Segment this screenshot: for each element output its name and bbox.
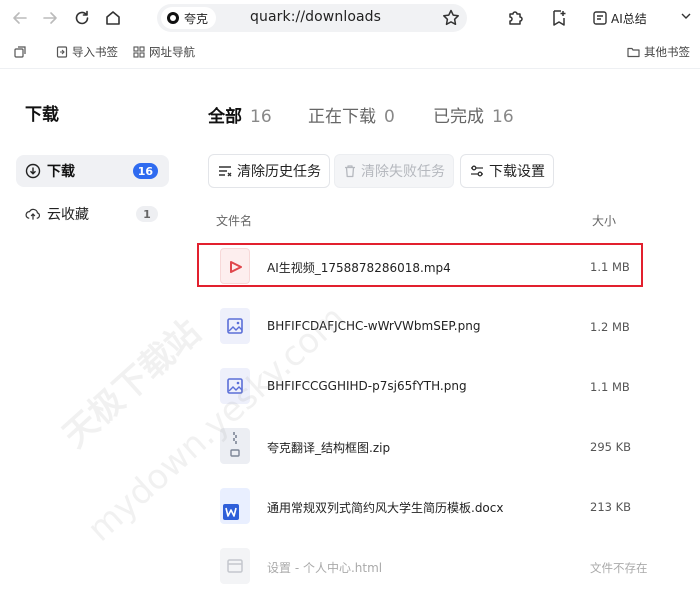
column-header-size: 大小 — [592, 214, 617, 228]
home-icon — [106, 11, 120, 25]
sidebar-title: 下载 — [25, 105, 59, 125]
zip-file-icon — [220, 428, 250, 464]
file-name[interactable]: 通用常规双列式简约风大学生简历模板.docx — [267, 499, 503, 516]
bookmark-star-icon[interactable] — [441, 8, 461, 28]
tab-count: 0 — [384, 107, 395, 127]
file-name[interactable]: BHFIFCDAFJCHC-wWrVWbmSEP.png — [267, 319, 480, 333]
arrow-left-icon — [13, 12, 27, 24]
url-nav-link[interactable]: 网址导航 — [133, 43, 195, 61]
trash-icon — [345, 165, 355, 178]
tab-count: 16 — [492, 107, 514, 127]
tab-label: 正在下载 — [308, 107, 376, 127]
tab-label: 全部 — [208, 107, 242, 127]
file-name[interactable]: AI生视频_1758878286018.mp4 — [267, 259, 451, 276]
file-size: 1.1 MB — [590, 260, 630, 274]
import-icon — [56, 46, 68, 58]
import-bookmarks-label: 导入书签 — [72, 45, 118, 59]
clear-history-label: 清除历史任务 — [237, 164, 321, 180]
html-file-icon — [220, 548, 250, 584]
bookmarks-bar: 导入书签 网址导航 其他书签 — [0, 40, 700, 64]
extensions-button[interactable] — [503, 6, 527, 30]
home-button[interactable] — [101, 6, 125, 30]
site-chip[interactable]: 夸克 — [161, 7, 217, 29]
other-bookmarks-link[interactable]: 其他书签 — [627, 43, 690, 61]
url-nav-label: 网址导航 — [149, 45, 195, 59]
table-row[interactable]: BHFIFCDAFJCHC-wWrVWbmSEP.png 1.2 MB — [200, 296, 640, 356]
folder-icon — [627, 47, 640, 58]
column-header-name: 文件名 — [216, 214, 253, 228]
table-row[interactable]: BHFIFCCGGHIHD-p7sj65fYTH.png 1.1 MB — [200, 356, 640, 416]
cloud-upload-icon — [25, 206, 41, 222]
image-file-icon — [220, 368, 250, 404]
grid-icon — [133, 46, 145, 58]
back-button[interactable] — [8, 6, 32, 30]
tab-completed[interactable]: 已完成 16 — [433, 102, 514, 127]
tab-overview-button[interactable] — [14, 43, 31, 61]
file-name[interactable]: BHFIFCCGGHIHD-p7sj65fYTH.png — [267, 379, 467, 393]
tab-all[interactable]: 全部 16 — [208, 102, 272, 127]
bookmark-manager-button[interactable] — [547, 6, 571, 30]
table-row[interactable]: 设置 - 个人中心.html 文件不存在 — [200, 536, 648, 596]
other-bookmarks-label: 其他书签 — [644, 45, 690, 59]
chevron-down-icon[interactable] — [680, 10, 692, 22]
download-circle-icon — [25, 163, 41, 179]
download-settings-button[interactable]: 下载设置 — [460, 154, 554, 188]
file-size: 文件不存在 — [590, 561, 648, 575]
word-file-icon — [220, 488, 250, 524]
puzzle-icon — [509, 11, 523, 25]
ai-summary-button[interactable]: AI总结 — [592, 8, 647, 28]
file-size: 1.2 MB — [590, 320, 630, 334]
address-bar[interactable]: 夸克 quark://downloads — [157, 4, 467, 32]
file-size: 213 KB — [590, 500, 632, 514]
arrow-right-icon — [43, 12, 57, 24]
bookmark-add-icon — [553, 10, 566, 26]
copy-icon — [14, 45, 26, 58]
tab-count: 16 — [250, 107, 272, 127]
quark-logo-icon — [167, 12, 179, 24]
sidebar-item-label: 云收藏 — [47, 207, 89, 223]
tab-label: 已完成 — [433, 107, 484, 127]
sidebar-item-cloud-favorites[interactable]: 云收藏 1 — [16, 198, 169, 230]
download-settings-label: 下载设置 — [489, 164, 545, 180]
sliders-icon — [471, 165, 483, 177]
reload-icon — [75, 10, 89, 25]
sidebar-item-label: 下载 — [47, 164, 75, 180]
image-file-icon — [220, 308, 250, 344]
clear-failed-button[interactable]: 清除失败任务 — [334, 154, 454, 188]
forward-button[interactable] — [38, 6, 62, 30]
table-row[interactable]: AI生视频_1758878286018.mp4 1.1 MB — [200, 236, 640, 296]
video-file-icon — [220, 248, 250, 284]
table-row[interactable]: 通用常规双列式简约风大学生简历模板.docx 213 KB — [200, 476, 640, 536]
ai-summary-icon — [593, 11, 607, 25]
clear-history-button[interactable]: 清除历史任务 — [208, 154, 330, 188]
import-bookmarks-link[interactable]: 导入书签 — [56, 43, 118, 61]
clear-failed-label: 清除失败任务 — [361, 164, 445, 180]
site-chip-label: 夸克 — [184, 11, 209, 26]
reload-button[interactable] — [70, 6, 94, 30]
toolbar-divider — [0, 68, 700, 69]
cloud-count-badge: 1 — [136, 206, 158, 222]
file-size: 1.1 MB — [590, 380, 630, 394]
sidebar-item-downloads[interactable]: 下载 16 — [16, 155, 169, 187]
table-row[interactable]: 夸克翻译_结构框图.zip 295 KB — [200, 416, 640, 476]
clear-list-icon — [219, 166, 232, 177]
url-text[interactable]: quark://downloads — [250, 9, 381, 25]
download-count-badge: 16 — [132, 163, 158, 179]
watermark-text: 天极下载站 — [55, 312, 209, 456]
file-name[interactable]: 夸克翻译_结构框图.zip — [267, 439, 390, 456]
tab-downloading[interactable]: 正在下载 0 — [308, 102, 395, 127]
file-size: 295 KB — [590, 440, 632, 454]
file-name[interactable]: 设置 - 个人中心.html — [267, 559, 382, 576]
ai-summary-label: AI总结 — [611, 11, 647, 26]
browser-toolbar: 夸克 quark://downloads AI总结 — [0, 0, 700, 36]
